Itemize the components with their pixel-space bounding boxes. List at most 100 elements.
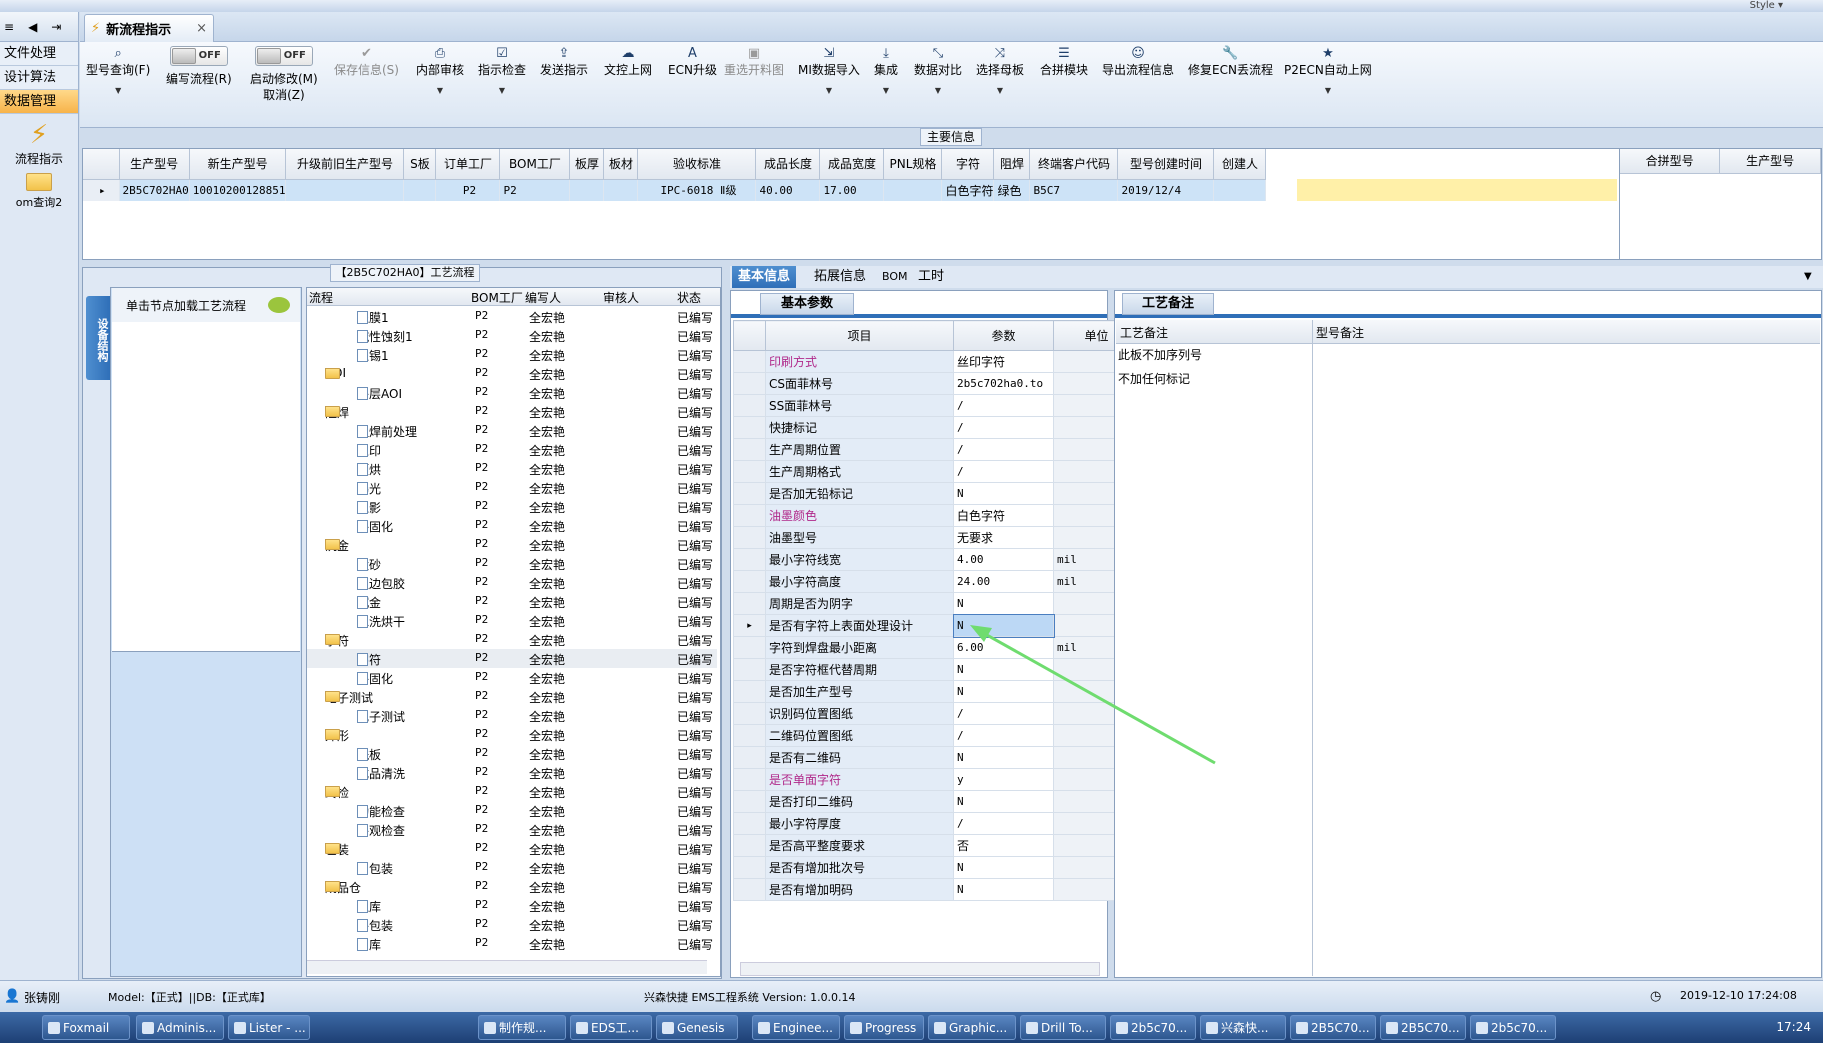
tree-node[interactable]: 板边包胶 [357,575,405,592]
dropdown-arrow-icon[interactable]: ▼ [914,86,962,95]
style-menu[interactable]: Style ▾ [1750,0,1783,11]
col-header[interactable]: 审核人 [603,289,639,306]
tab-device-structure[interactable]: 设备结构 [86,296,110,380]
taskbar-item[interactable]: Genesis [656,1015,738,1040]
param-row[interactable]: ▸ 是否有字符上表面处理设计 N [733,613,1140,638]
col-header[interactable]: S板 [403,149,437,180]
dropdown-arrow-icon[interactable]: ▼ [86,86,150,95]
param-row[interactable]: 是否高平整度要求否 [733,834,1140,857]
cell[interactable] [285,179,405,201]
row-header[interactable] [733,878,766,901]
param-value[interactable]: N [953,878,1054,901]
taskbar-item[interactable]: Graphic... [928,1015,1016,1040]
param-row[interactable]: 最小字符高度 24.00 mil [733,570,1140,593]
row-header[interactable] [733,680,766,703]
tree-node[interactable]: 电子测试 [357,708,405,725]
tree-row[interactable]: 内包装 P2 全宏艳 已编写 [307,858,717,877]
tree-row[interactable]: 水洗烘干 P2 全宏艳 已编写 [307,611,717,630]
param-value[interactable]: / [953,724,1054,747]
tree-node[interactable]: −包装 [325,841,349,858]
row-header[interactable] [733,416,766,439]
cell[interactable]: 绿色 [993,179,1031,201]
tree-row[interactable]: −成品仓 P2 全宏艳 已编写 [307,877,717,896]
row-header[interactable] [733,702,766,725]
tree-node[interactable]: 沉金 [357,594,381,611]
taskbar-item[interactable]: 2b5c70... [1110,1015,1196,1040]
select-master-button[interactable]: ⤨ 选择母板 ▼ [976,46,1024,95]
row-header[interactable] [733,790,766,813]
col-header[interactable]: 升级前旧生产型号 [285,149,405,180]
integrate-button[interactable]: ⤓ 集成 ▼ [874,46,898,95]
param-row[interactable]: 二维码位置图纸 / [733,724,1140,747]
col-header[interactable]: 板材 [603,149,639,180]
param-value[interactable]: / [953,702,1054,725]
param-value[interactable]: 24.00 [953,570,1054,593]
tree-row[interactable]: −沉金 P2 全宏艳 已编写 [307,535,717,554]
param-row[interactable]: 印刷方式 丝印字符 [733,350,1140,373]
tree-row[interactable]: 出库 P2 全宏艳 已编写 [307,934,717,953]
cell[interactable]: 40.00 [755,179,821,201]
col-header[interactable]: 创建人 [1213,149,1267,180]
taskbar-item[interactable]: 兴森快... [1200,1015,1286,1040]
row-header[interactable] [733,504,766,527]
cell[interactable]: B5C7 [1029,179,1119,201]
tree-node[interactable]: 阻焊前处理 [357,423,417,440]
back-icon[interactable]: ◀ [28,20,37,34]
param-row[interactable]: 是否字符框代替周期 N [733,658,1140,681]
tree-row[interactable]: 退锡1 P2 全宏艳 已编写 [307,345,717,364]
row-header[interactable] [733,746,766,769]
doc-upload-button[interactable]: ☁ 文控上网 [604,46,652,78]
taskbar-item[interactable]: Progress [844,1015,924,1040]
row-header[interactable] [733,724,766,747]
tree-node[interactable]: 预烘 [357,461,381,478]
tree-row[interactable]: 电子测试 P2 全宏艳 已编写 [307,706,717,725]
col-header[interactable]: 订单工厂 [435,149,501,180]
tree-row[interactable]: 曝光 P2 全宏艳 已编写 [307,478,717,497]
nav-item-file[interactable]: 文件处理 [0,42,78,66]
taskbar-item[interactable]: Enginee... [752,1015,840,1040]
param-value[interactable]: N [953,680,1054,703]
col-header[interactable]: 成品宽度 [819,149,885,180]
tree-row[interactable]: −外形 P2 全宏艳 已编写 [307,725,717,744]
param-value[interactable]: N [953,482,1054,505]
param-value[interactable]: N [953,856,1054,879]
dropdown-arrow-icon[interactable]: ▼ [1284,86,1372,95]
param-row[interactable]: 最小字符线宽 4.00 mil [733,548,1140,571]
row-header[interactable] [733,768,766,791]
ecn-upgrade-button[interactable]: A ECN升级 [668,46,717,78]
col-header[interactable]: 成品长度 [755,149,821,180]
tree-node[interactable]: 水洗烘干 [357,613,405,630]
tree-node[interactable]: 终固化 [357,518,393,535]
tree-row[interactable]: −阻焊 P2 全宏艳 已编写 [307,402,717,421]
param-value[interactable]: y [953,768,1054,791]
dropdown-arrow-icon[interactable]: ▼ [416,86,464,95]
cell[interactable]: 10010200128851 [189,179,287,201]
col-header[interactable]: 字符 [941,149,995,180]
tab-work-hours[interactable]: 工时 [912,266,950,288]
taskbar-item[interactable]: 2B5C70... [1290,1015,1376,1040]
node-hint[interactable]: 单击节点加载工艺流程 [112,288,300,322]
shortcut-query[interactable]: om查询2 [0,173,78,210]
tree-node[interactable]: −成品仓 [325,879,361,896]
param-value[interactable]: N [952,613,1055,638]
cell[interactable] [403,179,437,201]
param-value[interactable]: 无要求 [953,526,1054,549]
param-value[interactable]: N [953,592,1054,615]
tree-row[interactable]: −包装 P2 全宏艳 已编写 [307,839,717,858]
param-value[interactable]: N [953,790,1054,813]
row-header[interactable] [733,636,766,659]
taskbar-item[interactable]: Adminis... [136,1015,224,1040]
tree-row[interactable]: −电子测试 P2 全宏艳 已编写 [307,687,717,706]
edit-flow-toggle[interactable]: OFF [169,46,228,66]
param-row[interactable]: 是否有增加批次号 N [733,856,1140,879]
param-value[interactable]: 6.00 [953,636,1054,659]
row-header[interactable] [733,658,766,681]
tree-row[interactable]: 成品清洗 P2 全宏艳 已编写 [307,763,717,782]
tree-row[interactable]: 终固化 P2 全宏艳 已编写 [307,668,717,687]
cell[interactable] [1213,179,1267,201]
shortcut-flow[interactable]: ⚡ 流程指示 [0,120,78,167]
param-value[interactable]: 2b5c702ha0.to [953,372,1054,395]
tree-node[interactable]: 字符 [357,651,381,668]
col-header[interactable]: 终端客户代码 [1029,149,1119,180]
tree-node[interactable]: 外观检查 [357,822,405,839]
